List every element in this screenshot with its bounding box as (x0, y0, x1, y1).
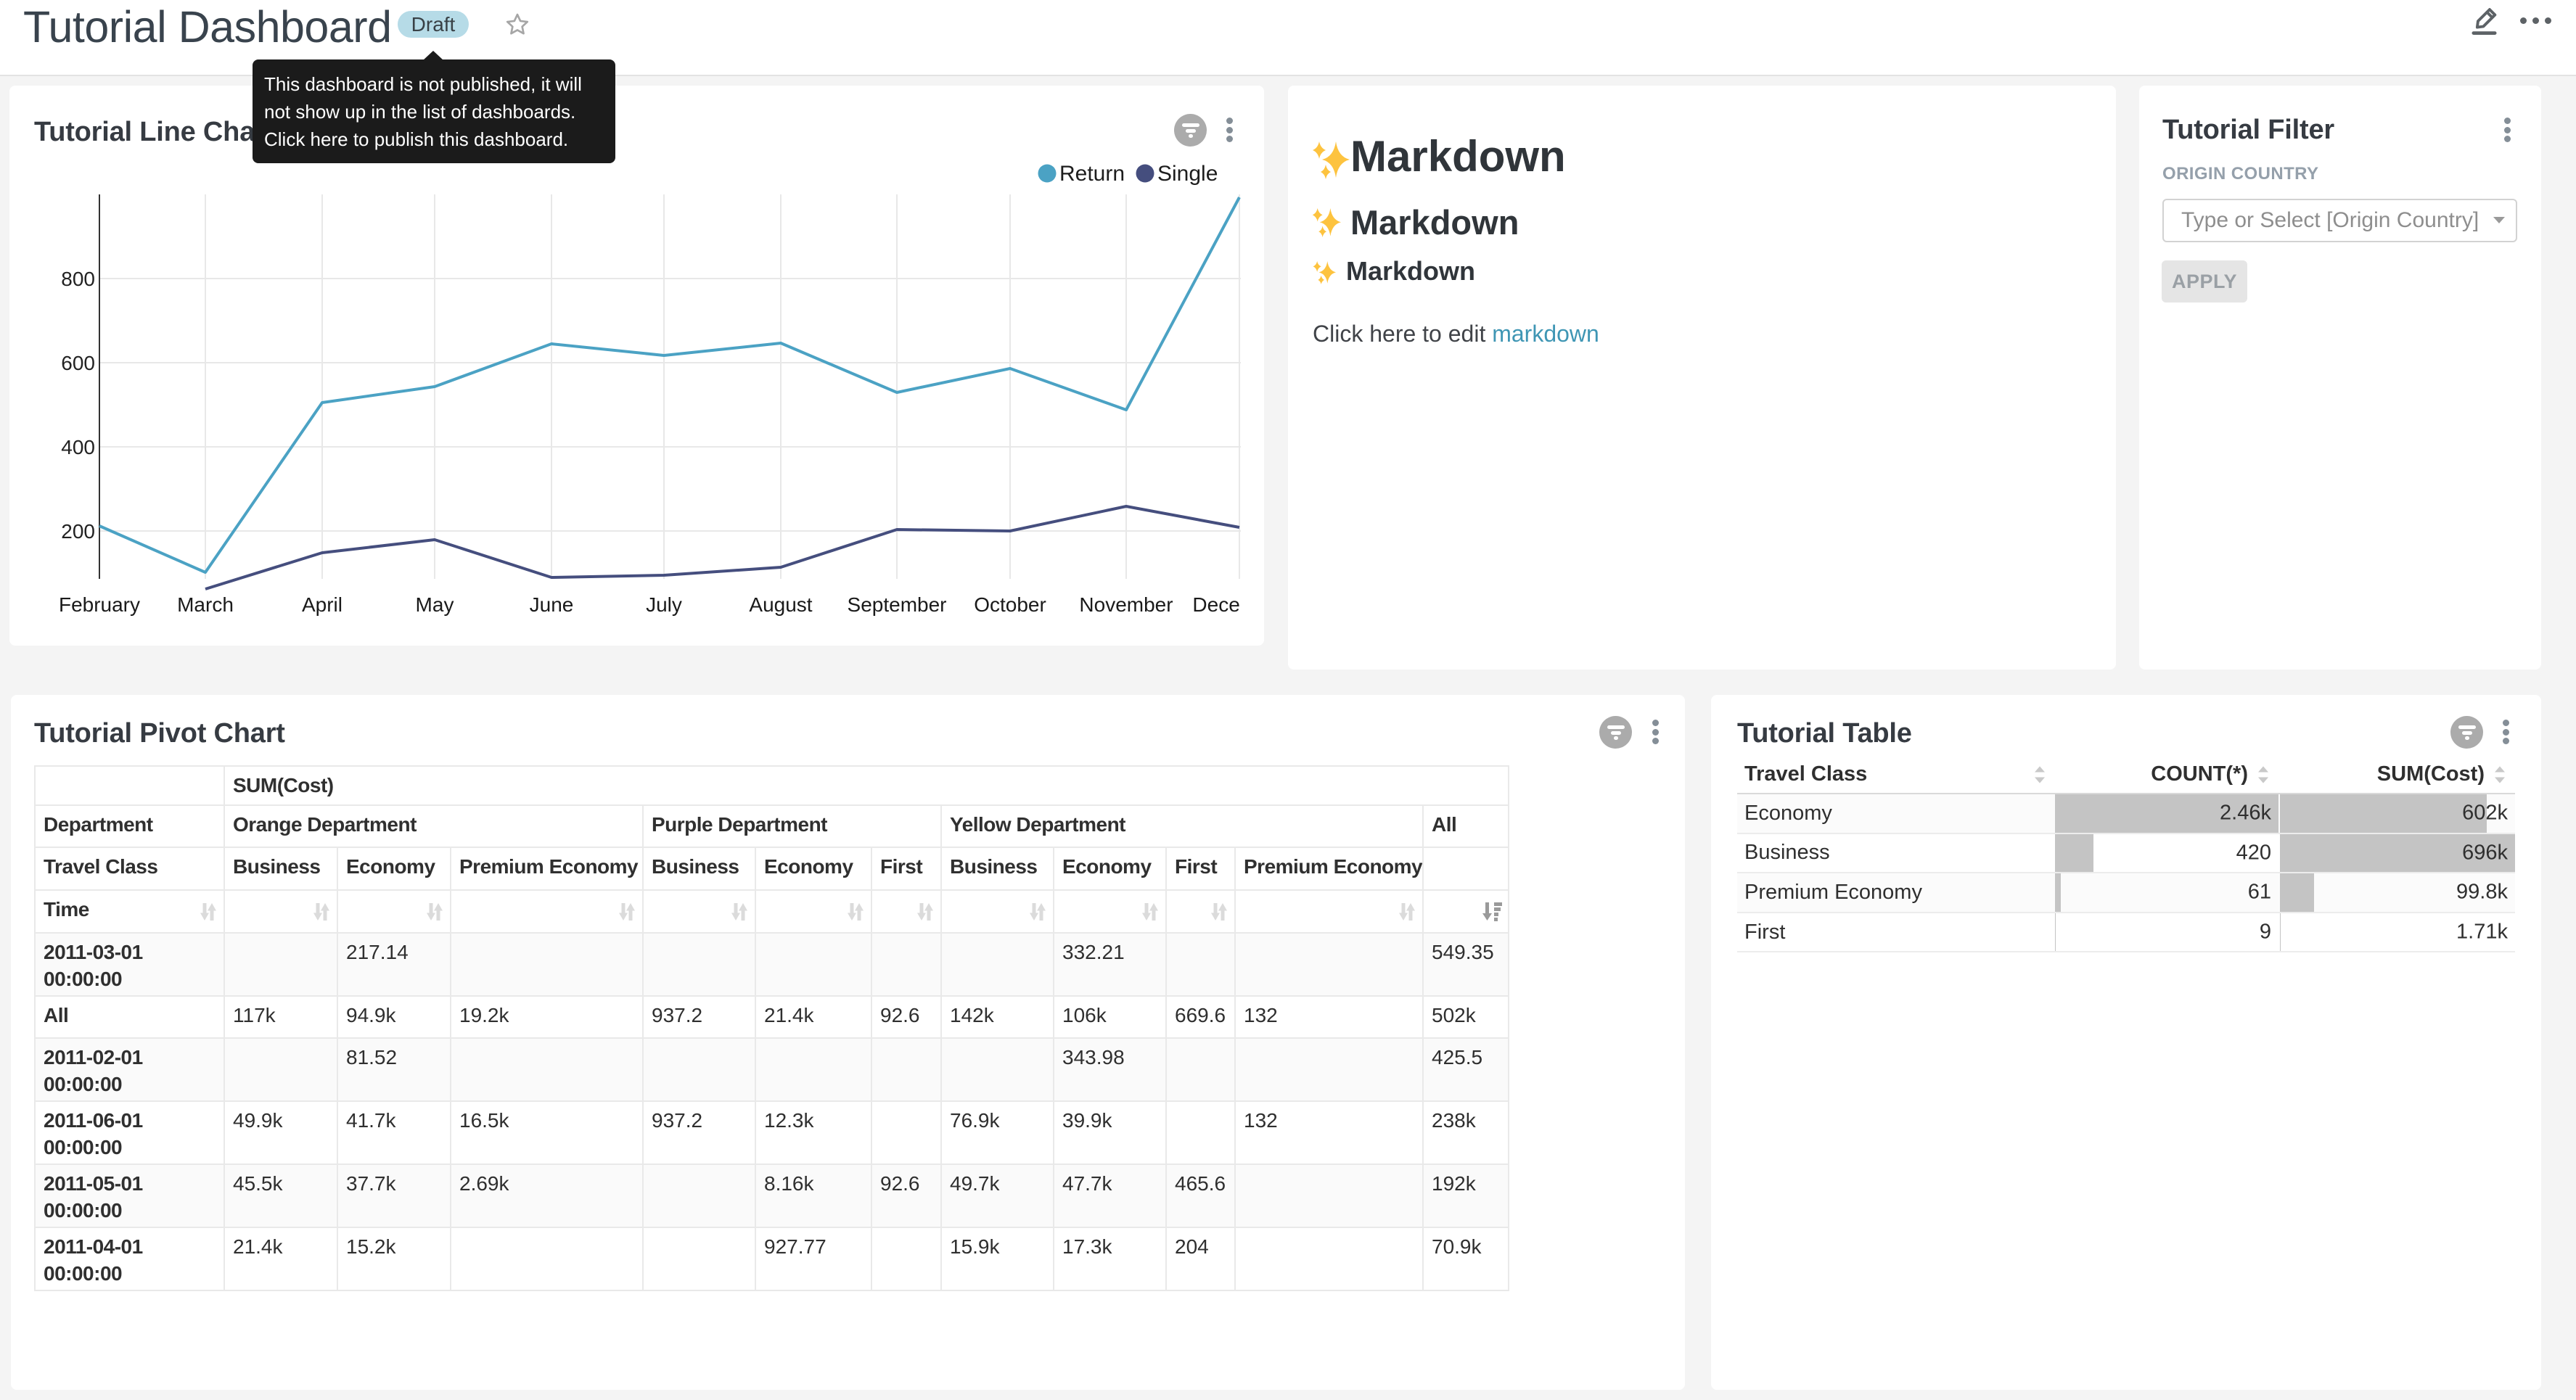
svg-text:September: September (848, 593, 947, 616)
svg-text:March: March (177, 593, 234, 616)
svg-text:Return: Return (1059, 162, 1125, 186)
svg-text:August: August (749, 593, 812, 616)
svg-text:600: 600 (61, 352, 95, 374)
svg-text:800: 800 (61, 268, 95, 290)
svg-text:July: July (646, 593, 682, 616)
svg-text:February: February (59, 593, 140, 616)
svg-text:200: 200 (61, 520, 95, 543)
svg-text:April: April (302, 593, 342, 616)
svg-text:June: June (530, 593, 574, 616)
svg-text:October: October (974, 593, 1046, 616)
svg-text:400: 400 (61, 436, 95, 458)
svg-text:December: December (1192, 593, 1241, 616)
svg-text:Single: Single (1157, 162, 1218, 186)
svg-text:May: May (416, 593, 454, 616)
svg-text:November: November (1079, 593, 1173, 616)
